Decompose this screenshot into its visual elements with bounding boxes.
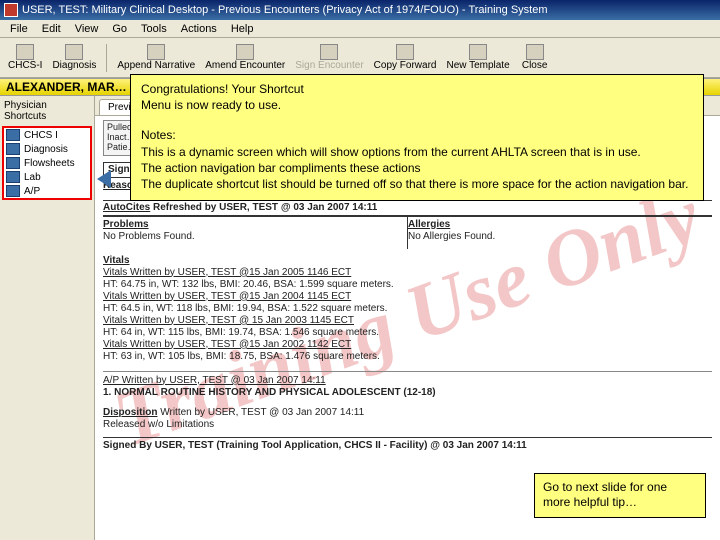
append-icon — [147, 44, 165, 60]
menu-actions[interactable]: Actions — [175, 21, 223, 37]
vitals-line: Vitals Written by USER, TEST @ 15 Jan 20… — [103, 315, 712, 327]
tb-newtpl-label: New Template — [446, 60, 509, 71]
allergies-value: No Allergies Found. — [408, 231, 708, 243]
highlight-arrow-icon — [97, 170, 111, 188]
menu-view[interactable]: View — [69, 21, 105, 37]
allergies-heading: Allergies — [408, 219, 708, 231]
tb-close[interactable]: Close — [516, 42, 554, 73]
flow-mini-icon — [6, 157, 20, 169]
signed-by-text: Signed By USER, TEST (Training Tool Appl… — [103, 440, 527, 451]
ap-mini-icon — [6, 185, 20, 197]
menu-tools[interactable]: Tools — [135, 21, 173, 37]
signed-by-line: Signed By USER, TEST (Training Tool Appl… — [103, 437, 712, 452]
shortcut-flowsheets[interactable]: Flowsheets — [4, 156, 90, 170]
callout-line: Go to next slide for one — [543, 480, 697, 496]
tb-sign: Sign Encounter — [291, 42, 367, 73]
prob-allergy-row: Problems No Problems Found. Allergies No… — [103, 216, 712, 249]
disposition-label: Disposition — [103, 407, 157, 418]
tb-copyfwd[interactable]: Copy Forward — [370, 42, 441, 73]
disposition-value: Released w/o Limitations — [103, 419, 712, 431]
sign-icon — [320, 44, 338, 60]
menu-help[interactable]: Help — [225, 21, 260, 37]
shortcut-label: Flowsheets — [24, 158, 75, 169]
newtpl-icon — [469, 44, 487, 60]
shortcut-label: Diagnosis — [24, 144, 68, 155]
diagnosis-icon — [65, 44, 83, 60]
amend-icon — [236, 44, 254, 60]
tb-diagnosis-label: Diagnosis — [52, 60, 96, 71]
callout-notes-heading: Notes: — [141, 127, 693, 143]
patient-name: ALEXANDER, MAR… — [6, 80, 127, 94]
problems-value: No Problems Found. — [103, 231, 403, 243]
shortcut-diagnosis[interactable]: Diagnosis — [4, 142, 90, 156]
vitals-line: HT: 64 in, WT: 115 lbs, BMI: 19.74, BSA:… — [103, 327, 712, 339]
callout-note: The duplicate shortcut list should be tu… — [141, 176, 693, 192]
chcs-mini-icon — [6, 129, 20, 141]
vitals-line: HT: 63 in, WT: 105 lbs, BMI: 18.75, BSA:… — [103, 351, 712, 363]
vitals-line: HT: 64.75 in, WT: 132 lbs, BMI: 20.46, B… — [103, 279, 712, 291]
vitals-heading: Vitals — [103, 255, 712, 267]
tb-chcs[interactable]: CHCS-I — [4, 42, 46, 73]
tb-append-label: Append Narrative — [117, 60, 195, 71]
callout-line: more helpful tip… — [543, 495, 697, 511]
callout-next-slide: Go to next slide for one more helpful ti… — [534, 473, 706, 518]
callout-main: Congratulations! Your Shortcut Menu is n… — [130, 74, 704, 201]
toolbar-sep — [106, 44, 107, 72]
window-title: USER, TEST: Military Clinical Desktop - … — [22, 4, 548, 16]
callout-note: The action navigation bar compliments th… — [141, 160, 693, 176]
vitals-line: Vitals Written by USER, TEST @15 Jan 200… — [103, 339, 712, 351]
menu-go[interactable]: Go — [106, 21, 133, 37]
shortcut-list: CHCS I Diagnosis Flowsheets Lab A/P — [2, 126, 92, 200]
vitals-line: Vitals Written by USER, TEST @15 Jan 200… — [103, 267, 712, 279]
shortcut-lab[interactable]: Lab — [4, 170, 90, 184]
menu-edit[interactable]: Edit — [36, 21, 67, 37]
diag-mini-icon — [6, 143, 20, 155]
lab-mini-icon — [6, 171, 20, 183]
callout-line: Congratulations! Your Shortcut — [141, 81, 693, 97]
toolbar: CHCS-I Diagnosis Append Narrative Amend … — [0, 38, 720, 78]
tb-diagnosis[interactable]: Diagnosis — [48, 42, 100, 73]
menu-file[interactable]: File — [4, 21, 34, 37]
tb-amend-label: Amend Encounter — [205, 60, 285, 71]
copyfwd-icon — [396, 44, 414, 60]
ap-author-line: A/P Written by USER, TEST @ 03 Jan 2007 … — [103, 375, 712, 387]
tb-chcs-label: CHCS-I — [8, 60, 42, 71]
tb-append[interactable]: Append Narrative — [113, 42, 199, 73]
vitals-line: Vitals Written by USER, TEST @15 Jan 200… — [103, 291, 712, 303]
shortcut-ap[interactable]: A/P — [4, 184, 90, 198]
tb-copyfwd-label: Copy Forward — [374, 60, 437, 71]
tb-close-label: Close — [522, 60, 548, 71]
sidebar: Physician Shortcuts CHCS I Diagnosis Flo… — [0, 96, 95, 540]
tb-sign-label: Sign Encounter — [295, 60, 363, 71]
close-icon — [526, 44, 544, 60]
disposition-author: Written by USER, TEST @ 03 Jan 2007 14:1… — [157, 407, 364, 418]
tb-newtpl[interactable]: New Template — [442, 42, 513, 73]
vitals-line: HT: 64.5 in, WT: 118 lbs, BMI: 19.94, BS… — [103, 303, 712, 315]
titlebar: USER, TEST: Military Clinical Desktop - … — [0, 0, 720, 20]
sidebar-title: Physician Shortcuts — [2, 98, 92, 124]
tb-amend[interactable]: Amend Encounter — [201, 42, 289, 73]
shortcut-label: CHCS I — [24, 130, 58, 141]
menu-bar: File Edit View Go Tools Actions Help — [0, 20, 720, 38]
callout-note: This is a dynamic screen which will show… — [141, 144, 693, 160]
shortcut-label: Lab — [24, 172, 41, 183]
autocites-label: AutoCites — [103, 202, 150, 213]
chcs-icon — [16, 44, 34, 60]
ap-item: 1. NORMAL ROUTINE HISTORY AND PHYSICAL A… — [103, 387, 436, 398]
app-icon — [4, 3, 18, 17]
problems-heading: Problems — [103, 219, 403, 231]
shortcut-chcs[interactable]: CHCS I — [4, 128, 90, 142]
callout-line: Menu is now ready to use. — [141, 97, 693, 113]
autocites-text: Refreshed by USER, TEST @ 03 Jan 2007 14… — [150, 202, 377, 213]
shortcut-label: A/P — [24, 186, 40, 197]
autocites-line: AutoCites Refreshed by USER, TEST @ 03 J… — [103, 200, 712, 216]
